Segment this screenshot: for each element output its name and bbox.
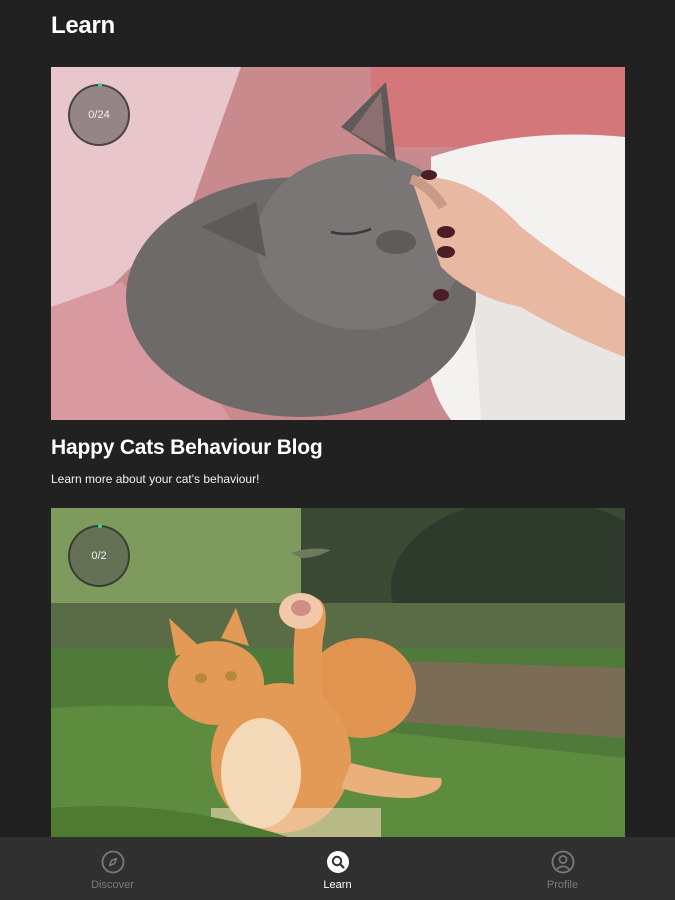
page-title: Learn (51, 12, 115, 39)
progress-ring: 0/24 (68, 83, 130, 146)
grey-cat-photo: 0/24 (51, 67, 625, 420)
nav-item-discover[interactable]: Discover (0, 837, 225, 900)
course-card-happy-cats[interactable]: 0/24 Happy Cats Behaviour Blog Learn mor… (51, 67, 625, 486)
nav-label-learn: Learn (323, 879, 352, 891)
bottom-navigation: Discover Learn Profile (0, 837, 675, 900)
card-title: Happy Cats Behaviour Blog (51, 436, 323, 459)
progress-count: 0/2 (91, 550, 107, 562)
compass-icon (101, 850, 124, 874)
nav-item-profile[interactable]: Profile (450, 837, 675, 900)
card-description: Learn more about your cat's behaviour! (51, 472, 260, 486)
course-card-playful-cat[interactable]: 0/2 (51, 508, 625, 861)
progress-count: 0/24 (88, 109, 110, 121)
learn-search-icon (326, 851, 349, 873)
progress-indicator-dot (98, 83, 102, 87)
learn-feed: 0/24 Happy Cats Behaviour Blog Learn mor… (51, 67, 625, 883)
nav-label-profile: Profile (546, 879, 579, 891)
progress-indicator-dot (98, 524, 102, 528)
profile-icon (551, 850, 574, 874)
orange-cat-photo: 0/2 (51, 508, 625, 861)
nav-item-learn[interactable]: Learn (225, 837, 450, 900)
nav-label-discover: Discover (91, 879, 134, 891)
progress-ring: 0/2 (68, 524, 130, 587)
